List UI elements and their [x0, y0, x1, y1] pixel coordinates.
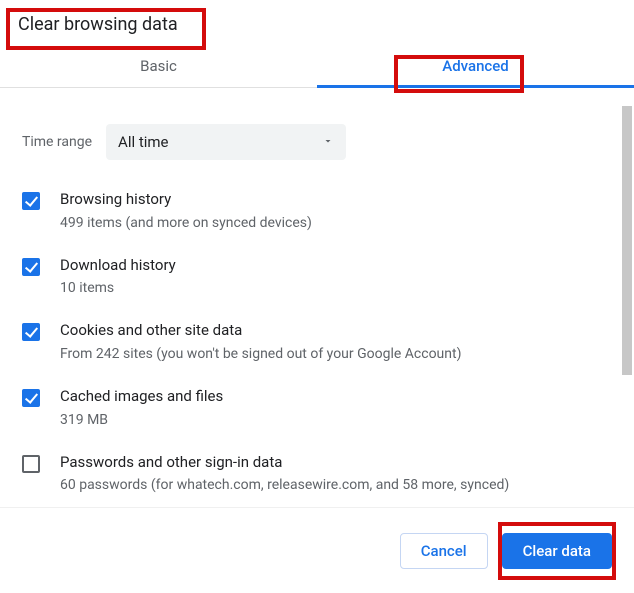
- clear-data-button-label: Clear data: [523, 542, 591, 560]
- list-item-texts: Cached images and files 319 MB: [60, 387, 606, 429]
- clear-browsing-data-dialog: Clear browsing data Basic Advanced Time …: [0, 0, 634, 593]
- list-item-subtitle: From 242 sites (you won't be signed out …: [60, 345, 606, 363]
- list-item-texts: Passwords and other sign-in data 60 passw…: [60, 453, 606, 495]
- dialog-body: Time range All time Browsing history 499 …: [0, 100, 634, 507]
- scrollbar-thumb[interactable]: [622, 106, 632, 375]
- list-item: Cached images and files 319 MB: [22, 377, 606, 443]
- list-item-subtitle: 60 passwords (for whatech.com, releasewi…: [60, 476, 606, 494]
- list-item-title: Browsing history: [60, 190, 606, 210]
- tab-basic[interactable]: Basic: [0, 45, 317, 87]
- cancel-button-label: Cancel: [421, 542, 467, 560]
- data-type-list: Browsing history 499 items (and more on s…: [0, 178, 616, 507]
- clear-data-button[interactable]: Clear data: [502, 533, 612, 569]
- time-range-select[interactable]: All time: [106, 124, 346, 160]
- checkbox[interactable]: [22, 389, 40, 407]
- dialog-title: Clear browsing data: [0, 0, 634, 45]
- list-item-texts: Download history 10 items: [60, 256, 606, 298]
- list-item: Passwords and other sign-in data 60 passw…: [22, 443, 606, 507]
- time-range-selected-value: All time: [118, 133, 168, 151]
- list-item-title: Download history: [60, 256, 606, 276]
- list-item-subtitle: 10 items: [60, 279, 606, 297]
- tab-basic-label: Basic: [140, 57, 177, 75]
- time-range-label: Time range: [22, 134, 92, 150]
- list-item-texts: Browsing history 499 items (and more on s…: [60, 190, 606, 232]
- tab-advanced[interactable]: Advanced: [317, 45, 634, 87]
- list-item-title: Cookies and other site data: [60, 321, 606, 341]
- dialog-footer: Cancel Clear data: [0, 507, 634, 593]
- cancel-button[interactable]: Cancel: [400, 533, 488, 569]
- list-item: Download history 10 items: [22, 246, 606, 312]
- list-item-subtitle: 499 items (and more on synced devices): [60, 214, 606, 232]
- list-item: Browsing history 499 items (and more on s…: [22, 180, 606, 246]
- list-item-title: Cached images and files: [60, 387, 606, 407]
- checkbox[interactable]: [22, 192, 40, 210]
- checkbox[interactable]: [22, 323, 40, 341]
- tab-advanced-label: Advanced: [442, 57, 508, 75]
- list-item: Cookies and other site data From 242 site…: [22, 311, 606, 377]
- list-item-texts: Cookies and other site data From 242 site…: [60, 321, 606, 363]
- tabs: Basic Advanced: [0, 45, 634, 88]
- scrollbar-track[interactable]: [622, 106, 632, 501]
- scroll-area: Time range All time Browsing history 499 …: [0, 100, 620, 507]
- time-range-row: Time range All time: [0, 100, 616, 178]
- list-item-subtitle: 319 MB: [60, 411, 606, 429]
- chevron-down-icon: [322, 133, 334, 151]
- checkbox[interactable]: [22, 258, 40, 276]
- checkbox[interactable]: [22, 455, 40, 473]
- list-item-title: Passwords and other sign-in data: [60, 453, 606, 473]
